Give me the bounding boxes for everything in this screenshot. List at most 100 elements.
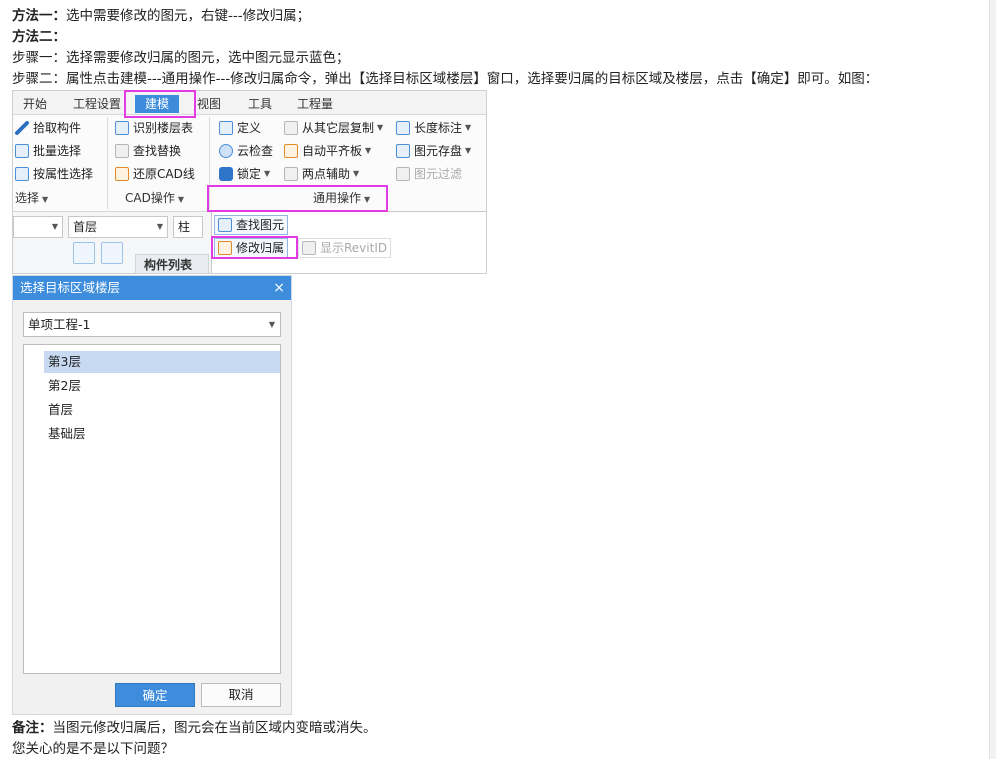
find-replace-label: 查找替换 (133, 144, 182, 158)
lock-icon (219, 167, 233, 181)
find-replace-button[interactable]: 查找替换 (115, 142, 181, 160)
caret-down-icon: ▼ (377, 123, 384, 132)
list-view-button[interactable] (73, 242, 95, 264)
cancel-button[interactable]: 取消 (201, 683, 281, 707)
floor-tree: 第3层 第2层 首层 基础层 (23, 344, 281, 674)
select-group-label[interactable]: 选择 ▼ (15, 189, 48, 207)
find-element-icon (218, 218, 232, 232)
cloud-icon (219, 144, 233, 158)
type-combo[interactable]: 柱 (173, 216, 203, 238)
select-target-floor-dialog: 选择目标区域楼层 × 单项工程-1 ▼ 第3层 第2层 首层 基础层 确定 取消 (12, 275, 292, 715)
cad-group-label[interactable]: CAD操作 ▼ (125, 189, 184, 207)
define-button[interactable]: 定义 (219, 119, 261, 137)
element-filter-button[interactable]: 图元过滤 (396, 165, 462, 183)
two-point-assist-label: 两点辅助 (302, 167, 351, 181)
lock-button[interactable]: 锁定 ▼ (219, 165, 270, 183)
chevron-down-icon: ▼ (268, 320, 275, 329)
component-list-header: 构件列表 (135, 254, 209, 273)
find-replace-icon (115, 144, 129, 158)
restore-cad-line-button[interactable]: 还原CAD线 (115, 165, 195, 183)
save-disk-icon (396, 144, 410, 158)
length-dimension-label: 长度标注 (414, 121, 463, 135)
show-revit-id-label: 显示RevitID (320, 241, 388, 255)
cloud-check-button[interactable]: 云检查 (219, 142, 273, 160)
chevron-down-icon: ▼ (51, 222, 58, 231)
auto-align-slab-button[interactable]: 自动平齐板 ▼ (284, 142, 371, 160)
pick-component-button[interactable]: 拾取构件 (15, 119, 81, 137)
method2-line: 方法二： (12, 27, 66, 47)
caret-down-icon: ▼ (353, 169, 360, 178)
caret-down-icon: ▼ (42, 195, 49, 204)
group-divider (107, 117, 108, 209)
note-text: 当图元修改归属后，图元会在当前区域内变暗或消失。 (52, 720, 377, 736)
grid-assist-icon (284, 167, 298, 181)
tab-project-settings[interactable]: 工程设置 (73, 95, 121, 113)
close-icon[interactable]: × (273, 276, 285, 300)
tree-item-first-floor[interactable]: 首层 (44, 399, 280, 421)
caret-down-icon: ▼ (365, 146, 372, 155)
define-icon (219, 121, 233, 135)
show-revit-id-item[interactable]: 显示RevitID (298, 238, 392, 258)
cad-group-text: CAD操作 (125, 191, 175, 205)
property-list-icon (15, 167, 29, 181)
element-filter-label: 图元过滤 (414, 167, 463, 181)
copy-layer-icon (284, 121, 298, 135)
chevron-down-icon: ▼ (156, 222, 163, 231)
pencil-icon (15, 121, 29, 135)
caret-down-icon: ▼ (264, 169, 271, 178)
caret-down-icon: ▼ (465, 146, 472, 155)
save-element-button[interactable]: 图元存盘 ▼ (396, 142, 471, 160)
define-label: 定义 (237, 121, 262, 135)
tree-item-floor-2[interactable]: 第2层 (44, 375, 280, 397)
select-group-text: 选择 (15, 191, 40, 205)
tree-item-foundation[interactable]: 基础层 (44, 423, 280, 445)
copy-from-other-floor-label: 从其它层复制 (302, 121, 375, 135)
floor-combo-value: 首层 (73, 220, 98, 234)
dialog-title: 选择目标区域楼层 (20, 280, 121, 295)
find-element-label: 查找图元 (236, 218, 285, 232)
identify-floor-table-button[interactable]: 识别楼层表 (115, 119, 193, 137)
batch-select-button[interactable]: 批量选择 (15, 142, 81, 160)
highlight-modeling-tab (124, 90, 196, 118)
tab-start[interactable]: 开始 (23, 95, 47, 113)
pick-component-label: 拾取构件 (33, 121, 82, 135)
detail-view-button[interactable] (101, 242, 123, 264)
tab-quantity[interactable]: 工程量 (297, 95, 333, 113)
page-scrollbar[interactable] (989, 0, 996, 759)
revit-id-icon (302, 241, 316, 255)
tab-view[interactable]: 视图 (197, 95, 221, 113)
two-point-assist-button[interactable]: 两点辅助 ▼ (284, 165, 359, 183)
batch-select-label: 批量选择 (33, 144, 82, 158)
dialog-title-bar: 选择目标区域楼层 × (13, 276, 291, 300)
copy-from-other-floor-button[interactable]: 从其它层复制 ▼ (284, 119, 383, 137)
lock-label: 锁定 (237, 167, 262, 181)
auto-align-slab-label: 自动平齐板 (302, 144, 363, 158)
related-question-line: 您关心的是不是以下问题？ (12, 741, 174, 757)
select-by-property-button[interactable]: 按属性选择 (15, 165, 93, 183)
identify-floor-table-label: 识别楼层表 (133, 121, 194, 135)
area-combo[interactable]: ▼ (13, 216, 63, 238)
note-label: 备注： (12, 720, 53, 736)
method1-line: 方法一：选中需要修改的图元，右键---修改归属； (12, 6, 310, 26)
cloud-check-label: 云检查 (237, 144, 274, 158)
type-combo-value: 柱 (178, 220, 191, 234)
align-slab-icon (284, 144, 298, 158)
region-select-value: 单项工程-1 (28, 317, 91, 332)
method2-label: 方法二： (12, 29, 66, 45)
highlight-common-ops (207, 185, 388, 212)
region-select[interactable]: 单项工程-1 ▼ (23, 312, 281, 337)
ok-button[interactable]: 确定 (115, 683, 195, 707)
select-by-property-label: 按属性选择 (33, 167, 94, 181)
tab-tools[interactable]: 工具 (248, 95, 272, 113)
caret-down-icon: ▼ (177, 195, 184, 204)
find-element-item[interactable]: 查找图元 (214, 215, 289, 235)
tree-item-floor-3[interactable]: 第3层 (44, 351, 280, 373)
floor-combo[interactable]: 首层 ▼ (68, 216, 168, 238)
length-dimension-button[interactable]: 长度标注 ▼ (396, 119, 471, 137)
step2-line: 步骤二：属性点击建模---通用操作---修改归属命令，弹出【选择目标区域楼层】窗… (12, 71, 879, 87)
list-icon (15, 144, 29, 158)
step1-line: 步骤一：选择需要修改归属的图元，选中图元显示蓝色； (12, 50, 350, 66)
restore-line-icon (115, 167, 129, 181)
caret-down-icon: ▼ (465, 123, 472, 132)
note-line: 备注：当图元修改归属后，图元会在当前区域内变暗或消失。 (12, 718, 377, 738)
